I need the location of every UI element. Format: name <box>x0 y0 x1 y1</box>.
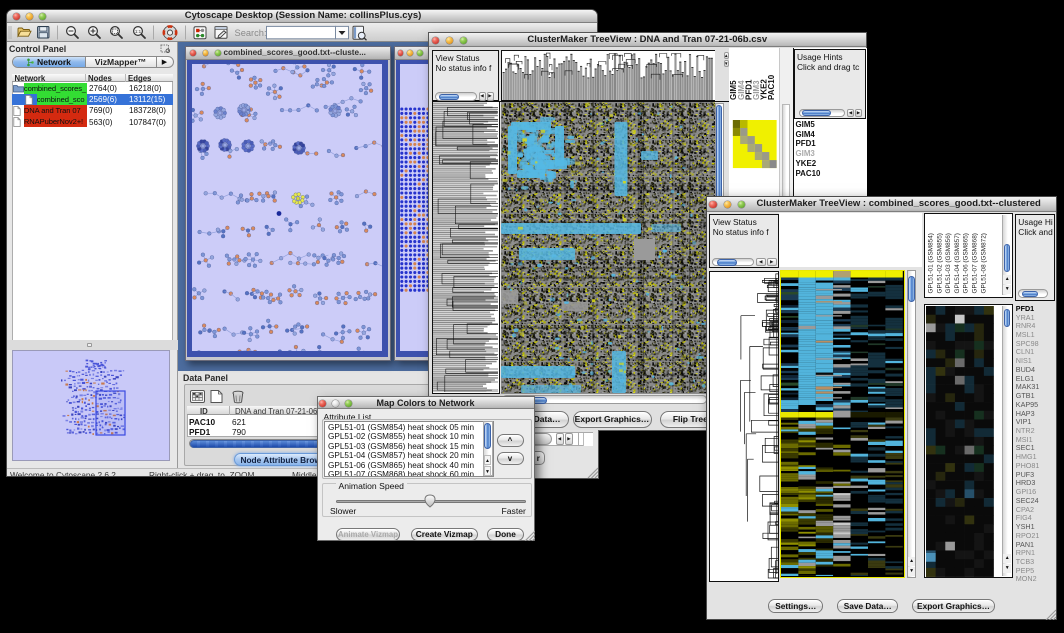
svg-text:GPL51-06 (GSM865): GPL51-06 (GSM865) <box>962 234 969 294</box>
svg-text:PAC10: PAC10 <box>767 74 776 100</box>
svg-text:GPL51-02 (GSM855): GPL51-02 (GSM855) <box>936 234 943 294</box>
svg-text:GPL51-03 (GSM856): GPL51-03 (GSM856) <box>945 234 952 294</box>
svg-text:GPL51-07 (GSM868): GPL51-07 (GSM868) <box>971 234 978 294</box>
svg-text:1:1: 1:1 <box>135 28 142 33</box>
svg-text:Search:: Search: <box>235 27 267 37</box>
svg-text:GPL51-08 (GSM872): GPL51-08 (GSM872) <box>980 234 987 294</box>
svg-text:GPL51-01 (GSM854): GPL51-01 (GSM854) <box>927 234 934 294</box>
svg-text:GPL51-04 (GSM857): GPL51-04 (GSM857) <box>954 234 961 294</box>
